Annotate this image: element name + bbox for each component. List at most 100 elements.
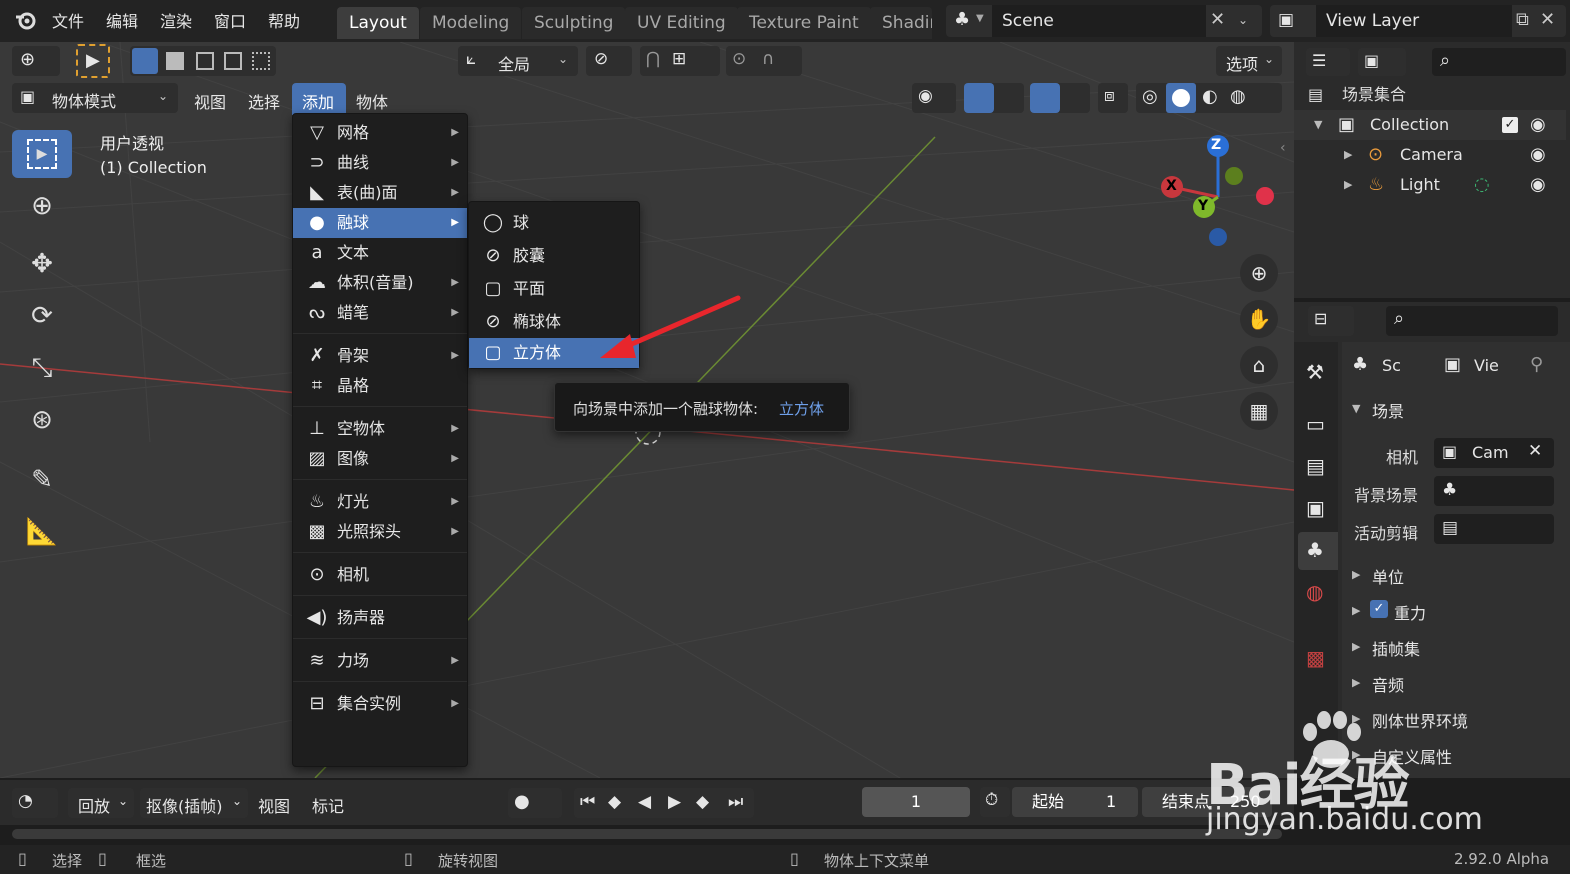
chevron-left-icon[interactable]: ‹ xyxy=(1280,140,1286,156)
shading-group[interactable]: ◎ ◐ ◍ xyxy=(1136,83,1282,113)
select-mode-new-icon[interactable] xyxy=(132,48,158,74)
select-box-tool[interactable]: ▶ xyxy=(12,130,72,178)
current-frame-field[interactable]: 1 xyxy=(862,787,970,817)
cursor-tool[interactable]: ⊕ xyxy=(12,182,72,230)
play-reverse-icon[interactable]: ◀ xyxy=(638,792,651,812)
proportional-edit-icon[interactable]: ⊙ xyxy=(732,49,746,69)
breadcrumb-scene[interactable]: Sc xyxy=(1382,356,1401,375)
light-data-icon[interactable]: ◌ xyxy=(1474,170,1490,200)
options-dropdown[interactable]: 选项 ⌄ xyxy=(1216,46,1282,76)
menu-add[interactable]: 添加 xyxy=(292,83,346,115)
chevron-down-icon[interactable]: ⌄ xyxy=(1238,13,1248,27)
audio-panel-header[interactable]: 音频 xyxy=(1372,672,1404,696)
zoom-icon[interactable]: ⊕ xyxy=(1240,254,1278,292)
gravity-checkbox[interactable]: ✓ xyxy=(1370,600,1388,618)
eye-icon[interactable]: ◉ xyxy=(1530,170,1546,200)
camera-field[interactable]: ▣ Cam ✕ xyxy=(1434,438,1554,468)
transform-orientation-dropdown[interactable]: ⟀ 全局 ⌄ xyxy=(458,46,578,76)
close-icon[interactable]: ✕ xyxy=(1528,441,1542,461)
material-shading-icon[interactable]: ◐ xyxy=(1202,86,1218,107)
add-menu-item-collection-instance[interactable]: ⊟ 集合实例 ▶ xyxy=(293,689,467,719)
checkbox-icon[interactable]: ✓ xyxy=(1502,117,1518,133)
timeline-editor-type-button[interactable]: ◔ xyxy=(12,788,58,818)
add-menu-item-force-field[interactable]: ≋ 力场 ▶ xyxy=(293,646,467,676)
select-tool-icon[interactable]: ▶ xyxy=(76,44,110,78)
add-menu-item-metaball[interactable]: ● 融球 ▶ xyxy=(293,208,467,238)
duplicate-icon[interactable]: ⧉ xyxy=(1516,9,1529,30)
next-keyframe-icon[interactable]: ◆ xyxy=(696,792,709,812)
tab-sculpting[interactable]: Sculpting xyxy=(522,7,626,39)
texture-tab-icon[interactable]: ▩ xyxy=(1306,646,1325,670)
add-menu-item-speaker[interactable]: ◀) 扬声器 xyxy=(293,603,467,633)
menu-render[interactable]: 渲染 xyxy=(160,8,192,32)
tab-shading[interactable]: Shadir xyxy=(870,7,932,39)
move-tool[interactable]: ✥ xyxy=(12,240,72,288)
prev-keyframe-icon[interactable]: ◆ xyxy=(608,792,621,812)
scene-tab-icon[interactable]: ♣ xyxy=(1298,532,1338,570)
select-mode-invert-icon[interactable] xyxy=(224,52,242,70)
eye-icon[interactable]: ◉ xyxy=(1530,110,1546,140)
add-menu-item-light[interactable]: ♨ 灯光 ▶ xyxy=(293,487,467,517)
outliner-row-light[interactable]: ▶ ♨ Light ◌ ◉ xyxy=(1294,170,1566,200)
add-menu-item-surface[interactable]: ◣ 表(曲)面 ▶ xyxy=(293,178,467,208)
auto-keying-toggle[interactable]: ● xyxy=(508,788,562,818)
solid-shading-icon[interactable] xyxy=(1166,83,1196,113)
scene-section-header[interactable]: 场景 xyxy=(1372,398,1404,422)
outliner-row-collection[interactable]: ▼ ▣ Collection ✓ ◉ xyxy=(1294,110,1566,140)
world-tab-icon[interactable]: ◍ xyxy=(1306,580,1323,604)
menu-window[interactable]: 窗口 xyxy=(214,8,246,32)
view-layer-name-field[interactable]: View Layer xyxy=(1316,5,1512,37)
scale-tool[interactable]: ⤡ xyxy=(12,344,72,392)
tab-modeling[interactable]: Modeling xyxy=(420,7,522,39)
jump-start-icon[interactable]: ⏮ xyxy=(580,792,595,812)
expand-arrow-icon[interactable]: ▶ xyxy=(1352,568,1360,581)
rotate-tool[interactable]: ⟳ xyxy=(12,292,72,340)
wireframe-shading-icon[interactable]: ◎ xyxy=(1142,86,1158,107)
breadcrumb-view-layer[interactable]: Vie xyxy=(1474,356,1499,375)
add-menu-item-empty[interactable]: ⊥ 空物体 ▶ xyxy=(293,414,467,444)
preview-range-toggle[interactable]: ⏱ xyxy=(980,787,1010,817)
add-menu-item-mesh[interactable]: ▽ 网格 ▶ xyxy=(293,118,467,148)
snap-increment-icon[interactable]: ⊞ xyxy=(672,49,686,69)
outliner-row-scene-collection[interactable]: ▤ 场景集合 xyxy=(1294,80,1566,110)
eye-icon[interactable]: ◉ xyxy=(1530,140,1546,170)
gizmo-toggle[interactable] xyxy=(964,83,1024,113)
pan-hand-icon[interactable]: ✋ xyxy=(1240,300,1278,338)
view-layer-selector[interactable]: ▣ View Layer ⧉ ✕ xyxy=(1270,5,1566,37)
start-frame-field[interactable]: 起始 1 xyxy=(1012,787,1138,817)
background-scene-field[interactable]: ♣ xyxy=(1434,476,1554,506)
add-menu-item-text[interactable]: a 文本 xyxy=(293,238,467,268)
expand-arrow-icon[interactable]: ▶ xyxy=(1344,170,1352,200)
menu-file[interactable]: 文件 xyxy=(52,8,84,32)
expand-arrow-icon[interactable]: ▼ xyxy=(1314,110,1322,140)
properties-search-input[interactable]: ⌕ xyxy=(1386,306,1558,336)
editor-type-button[interactable]: ⊕ xyxy=(12,46,60,76)
measure-tool[interactable]: 📐 xyxy=(12,508,72,556)
keying-dropdown[interactable]: 抠像(插帧) ⌄ xyxy=(140,788,248,818)
properties-editor-type-button[interactable]: ⊟ xyxy=(1308,306,1354,336)
close-icon[interactable]: ✕ xyxy=(1210,9,1225,30)
expand-arrow-icon[interactable]: ▶ xyxy=(1352,640,1360,653)
timeline-menu-view[interactable]: 视图 xyxy=(258,793,290,817)
playback-dropdown[interactable]: 回放 ⌄ xyxy=(68,788,134,818)
overlays-icon[interactable] xyxy=(1030,83,1060,113)
magnet-icon[interactable]: ⋂ xyxy=(646,49,660,69)
snap-group[interactable]: ⋂ ⊞ xyxy=(640,46,720,76)
gravity-panel-header[interactable]: 重力 xyxy=(1394,600,1426,624)
rendered-shading-icon[interactable]: ◍ xyxy=(1230,86,1246,107)
menu-edit[interactable]: 编辑 xyxy=(106,8,138,32)
expand-arrow-icon[interactable]: ▶ xyxy=(1344,140,1352,170)
add-menu-item-image[interactable]: ▨ 图像 ▶ xyxy=(293,444,467,474)
add-menu-item-camera[interactable]: ⊙ 相机 xyxy=(293,560,467,590)
timeline-scrubber[interactable] xyxy=(0,825,1294,845)
active-clip-field[interactable]: ▤ xyxy=(1434,514,1554,544)
expand-arrow-icon[interactable]: ▶ xyxy=(1352,676,1360,689)
add-menu-item-grease-pencil[interactable]: ᔓ 蜡笔 ▶ xyxy=(293,298,467,328)
selection-mode-group[interactable] xyxy=(130,46,276,76)
menu-object[interactable]: 物体 xyxy=(356,89,388,113)
timeline-menu-marker[interactable]: 标记 xyxy=(312,793,344,817)
close-icon[interactable]: ✕ xyxy=(1540,9,1555,30)
metaball-item-capsule[interactable]: ⊘ 胶囊 xyxy=(469,239,639,272)
tab-uv-editing[interactable]: UV Editing xyxy=(625,7,738,39)
xray-toggle[interactable]: ⧈ xyxy=(1098,83,1128,113)
